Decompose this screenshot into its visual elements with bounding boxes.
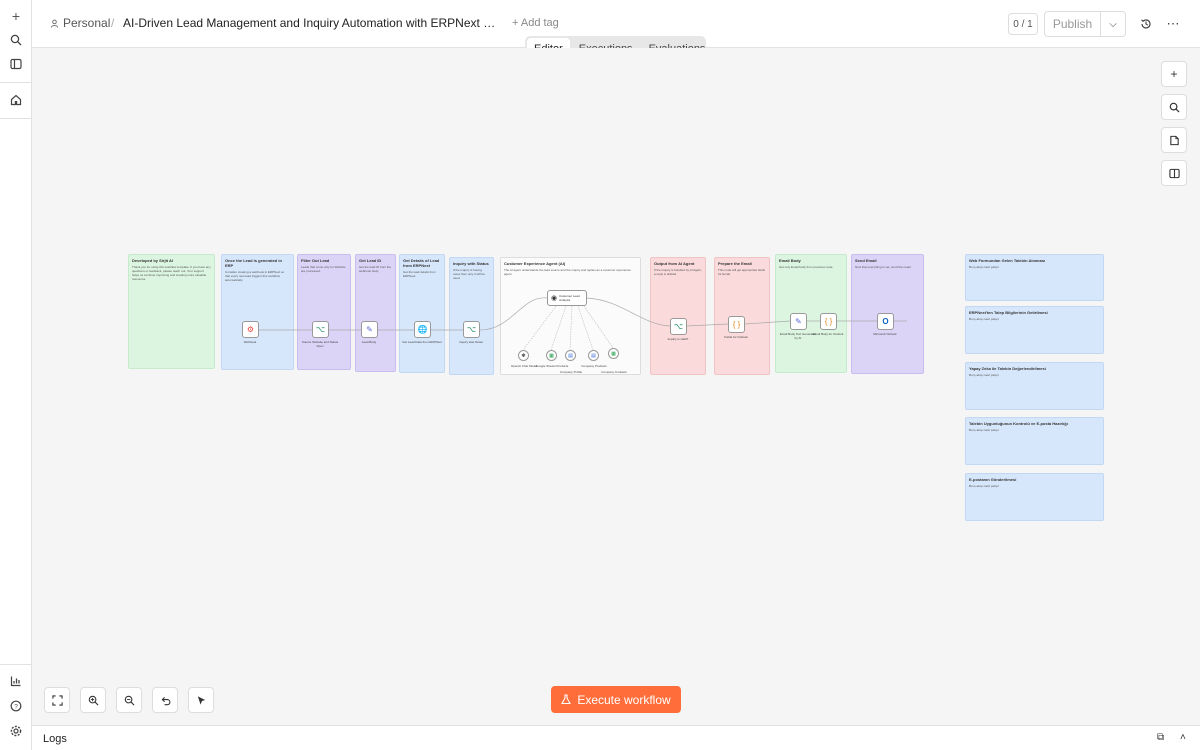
node-label: Microsoft Outlook [873,332,897,336]
webhook-icon[interactable]: ⚙ [242,321,259,338]
node-label: Inquiry is valid? [667,337,689,341]
rail-divider [0,82,32,83]
docs-icon[interactable]: ▤ [588,350,599,361]
plus-icon[interactable]: + [1161,61,1187,87]
breadcrumb-workspace[interactable]: Personal [50,16,110,30]
edit-icon[interactable]: ✎ [361,321,378,338]
logs-panel-bar[interactable]: Logs ⧉ ˄ [32,725,1200,750]
node-label: Webhook [243,340,257,344]
publish-split-button: Publish ⌵ [1044,11,1126,37]
active-version-counter: 0 / 1 [1008,13,1038,35]
node-label: Source Website and Status Open [301,340,339,348]
code-icon[interactable]: { } [728,316,745,333]
workflow-canvas[interactable]: Developed by Sirjit AI Thank you for usi… [32,48,1200,725]
docs-icon[interactable]: ▤ [565,350,576,361]
node-label: Get Lead Data from ERPNext [402,340,442,344]
fit-view-icon[interactable] [44,687,70,713]
node-label: Company Products [581,364,607,368]
workspace-label: Personal [63,16,111,30]
plus-icon[interactable]: + [6,6,26,26]
node-label: Inquiry Has Notes [459,340,483,344]
flask-icon [561,694,572,705]
add-tag-button[interactable]: + Add tag [512,17,559,29]
node-label: Email Body for Outlook [812,332,844,336]
node-label: Fields for Outlook [724,335,748,339]
sidebar-icon[interactable] [6,54,26,74]
publish-button[interactable]: Publish [1045,12,1101,36]
user-icon [50,19,59,28]
left-rail: + ? [0,0,32,750]
openai-icon[interactable]: ❃ [518,350,529,361]
svg-text:?: ? [14,703,18,710]
chevron-down-icon[interactable]: ⌵ [1101,12,1125,36]
undo-icon[interactable] [152,687,178,713]
code-icon[interactable]: { } [820,313,837,330]
help-icon[interactable]: ? [6,696,26,716]
connection-lines [259,297,907,351]
pointer-icon[interactable] [188,687,214,713]
node-label: Google Sheets Products [535,364,569,368]
node-label: Lead Body [361,340,377,344]
globe-icon[interactable]: 🌐 [414,321,431,338]
execute-workflow-button[interactable]: Execute workflow [551,686,681,713]
settings-icon[interactable] [6,721,26,741]
more-icon[interactable]: ⋯ [1164,15,1182,33]
home-icon[interactable] [6,90,26,110]
rail-divider [0,118,32,119]
logs-label: Logs [43,733,67,745]
zoom-in-icon[interactable] [80,687,106,713]
robot-icon: ◉ [551,295,558,302]
if-icon[interactable]: ⌥ [670,318,687,335]
zoom-out-icon[interactable] [116,687,142,713]
node-label: Company Profile [559,370,583,374]
history-icon[interactable] [1137,15,1155,33]
ai-agent-node[interactable]: ◉ Customer Lead Analysis [547,290,587,306]
node-label: Company Contacts [601,370,627,374]
workflow-title[interactable]: AI-Driven Lead Management and Inquiry Au… [123,16,503,30]
panel-icon[interactable] [1161,160,1187,186]
outlook-icon[interactable]: O [877,313,894,330]
sheets-icon[interactable]: ▦ [546,350,557,361]
edit-icon[interactable]: ✎ [790,313,807,330]
chevron-up-icon[interactable]: ˄ [1180,732,1186,743]
filter-icon[interactable]: ⌥ [312,321,329,338]
if-icon[interactable]: ⌥ [463,321,480,338]
execute-label: Execute workflow [577,692,671,707]
pop-out-icon[interactable]: ⧉ [1157,732,1164,743]
search-icon[interactable] [6,30,26,50]
search-icon[interactable] [1161,94,1187,120]
breadcrumb-separator: / [111,16,115,30]
sheets-icon[interactable]: ▦ [608,348,619,359]
insights-icon[interactable] [6,671,26,691]
rail-divider [0,664,32,665]
sticky-note-icon[interactable] [1161,127,1187,153]
